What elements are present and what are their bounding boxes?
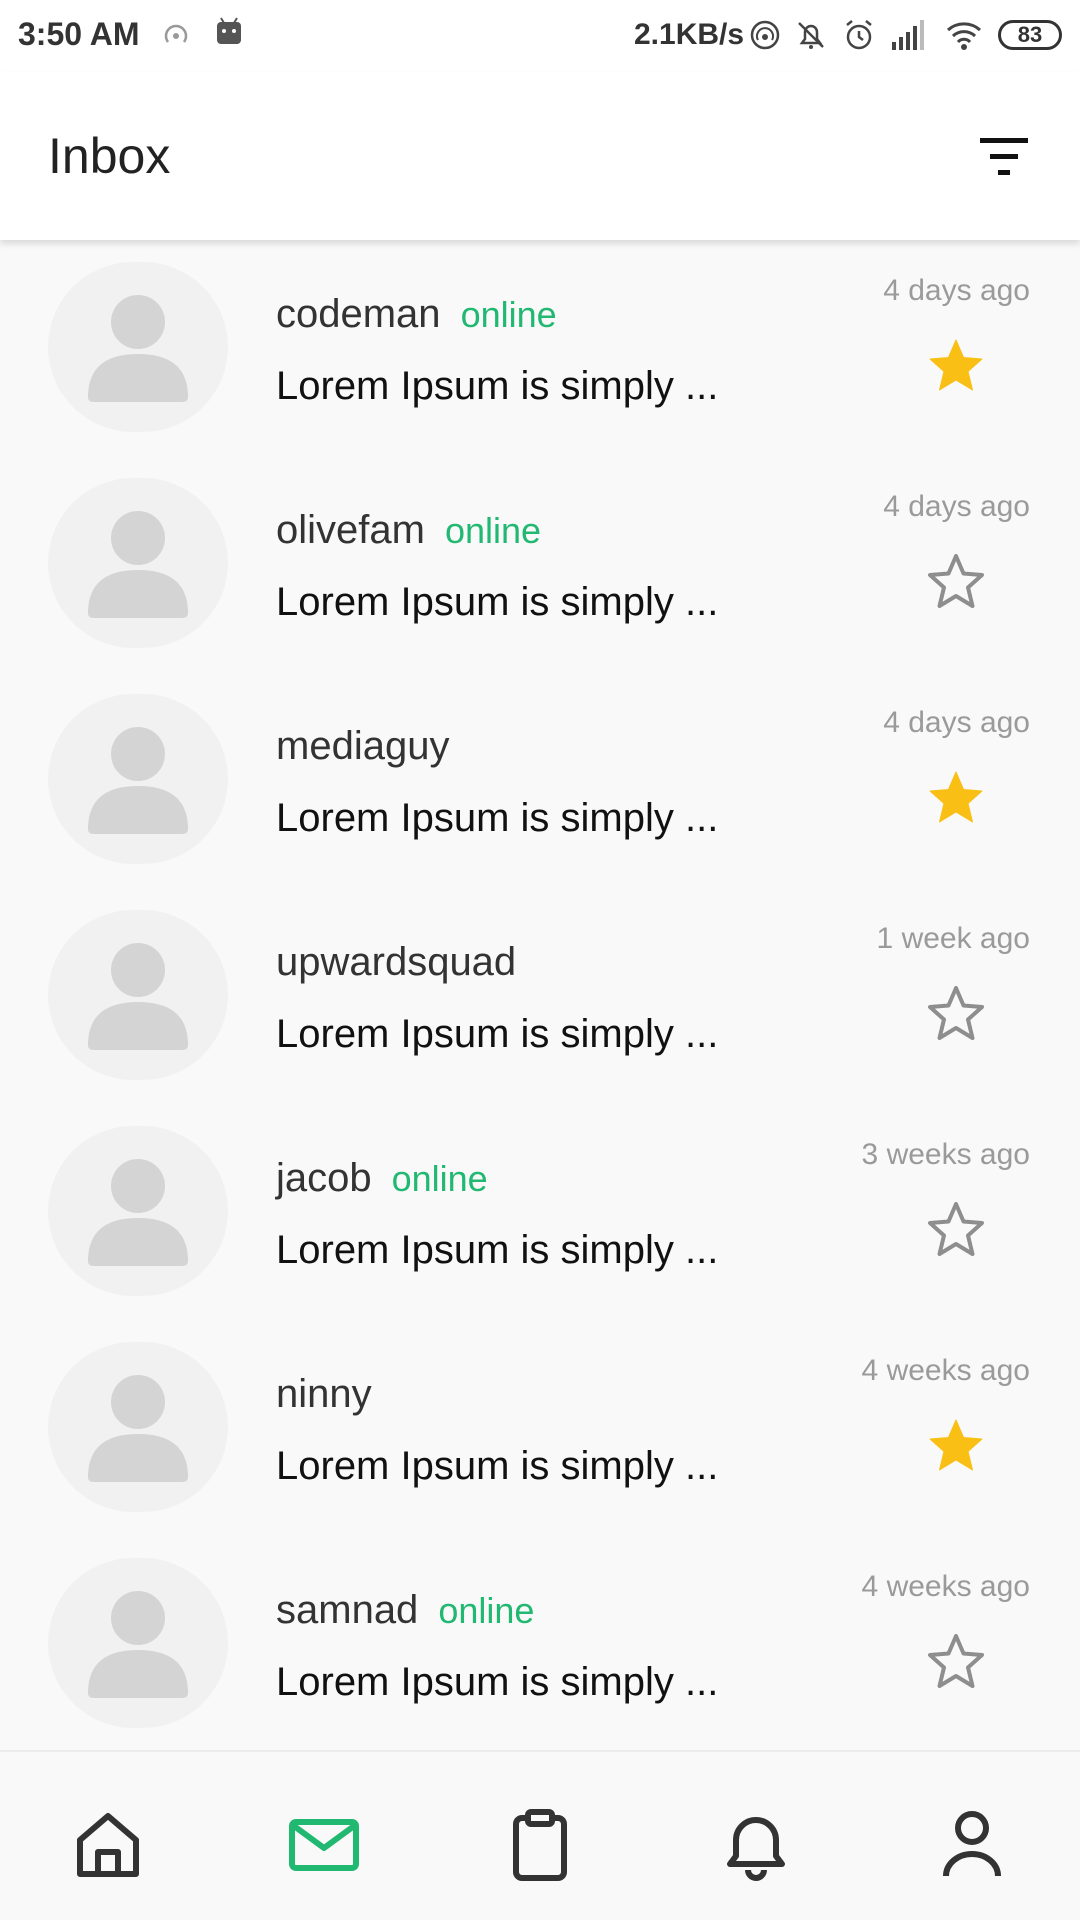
message-row[interactable]: ninny Lorem Ipsum is simply ... 4 weeks ag… [0,1320,1080,1536]
username: upwardsquad [276,940,517,984]
android-debug-icon [214,16,244,57]
wifi-icon [946,18,981,52]
user-placeholder-icon [88,1154,188,1266]
avatar [48,1126,228,1296]
message-row[interactable]: samnad online Lorem Ipsum is simply ... 4 w… [0,1536,1080,1750]
username: olivefam [276,508,425,552]
message-list: codeman online Lorem Ipsum is simply ... 4 … [0,240,1080,1750]
user-placeholder-icon [88,1370,188,1482]
page-title: Inbox [48,128,171,184]
avatar [48,262,228,432]
username-line: mediaguy [276,724,469,769]
avatar [48,910,228,1080]
nav-tasks[interactable] [500,1804,580,1884]
nav-home[interactable] [68,1804,148,1884]
user-placeholder-icon [88,722,188,834]
user-placeholder-icon [88,1586,188,1698]
star-outline-icon [928,986,984,1040]
online-status: online [444,510,542,551]
username-line: codeman online [276,292,557,337]
star-button[interactable] [924,1198,988,1262]
username-line: olivefam online [276,508,541,553]
username-line: upwardsquad [276,940,536,985]
signal-icon [890,18,924,52]
filter-icon [980,138,1028,175]
hotspot-icon [162,16,190,57]
username-line: jacob online [276,1156,488,1201]
online-status: online [438,1590,535,1631]
star-filled-icon [929,771,983,823]
message-preview: Lorem Ipsum is simply ... [276,1228,719,1272]
home-icon [77,1813,139,1877]
message-row[interactable]: olivefam online Lorem Ipsum is simply ... 4… [0,456,1080,672]
username-line: ninny [276,1372,392,1417]
nav-notifications[interactable] [716,1804,796,1884]
message-time: 3 weeks ago [861,1138,1030,1171]
star-button[interactable] [924,766,988,830]
username: mediaguy [276,724,450,768]
star-outline-icon [928,554,984,608]
network-speed: 2.1KB/s [634,18,745,51]
username: samnad [276,1588,419,1632]
user-placeholder-icon [88,290,188,402]
message-preview: Lorem Ipsum is simply ... [276,1012,719,1056]
star-filled-icon [929,339,983,391]
username: codeman [276,292,441,336]
online-status: online [460,294,557,335]
avatar [48,1558,228,1728]
nav-mail[interactable] [284,1804,364,1884]
message-preview: Lorem Ipsum is simply ... [276,1444,719,1488]
profile-icon [943,1811,1001,1877]
nav-profile[interactable] [932,1804,1012,1884]
app-bar: Inbox [0,72,1080,240]
data-sync-icon [748,18,782,52]
message-preview: Lorem Ipsum is simply ... [276,580,719,624]
message-row[interactable]: jacob online Lorem Ipsum is simply ... 3 we… [0,1104,1080,1320]
star-button[interactable] [924,982,988,1046]
avatar [48,1342,228,1512]
star-button[interactable] [924,1630,988,1694]
message-time: 1 week ago [876,922,1030,955]
status-time: 3:50 AM [18,16,140,52]
message-row[interactable]: upwardsquad Lorem Ipsum is simply ... 1 we… [0,888,1080,1104]
star-filled-icon [929,1419,983,1471]
message-preview: Lorem Ipsum is simply ... [276,364,719,408]
message-time: 4 weeks ago [861,1354,1030,1387]
battery-icon: 83 [998,20,1062,50]
user-placeholder-icon [88,938,188,1050]
message-preview: Lorem Ipsum is simply ... [276,1660,719,1704]
user-placeholder-icon [88,506,188,618]
clipboard-icon [513,1809,567,1881]
message-time: 4 days ago [883,490,1030,523]
avatar [48,478,228,648]
star-outline-icon [928,1634,984,1688]
star-button[interactable] [924,1414,988,1478]
username: ninny [276,1372,372,1416]
message-row[interactable]: mediaguy Lorem Ipsum is simply ... 4 days … [0,672,1080,888]
message-preview: Lorem Ipsum is simply ... [276,796,719,840]
status-bar: 3:50 AM 2.1KB/s 83 [0,0,1080,72]
alarm-icon [842,18,876,52]
mail-icon [289,1819,359,1871]
message-time: 4 weeks ago [861,1570,1030,1603]
username-line: samnad online [276,1588,534,1633]
star-button[interactable] [924,550,988,614]
message-time: 4 days ago [883,706,1030,739]
online-status: online [391,1158,488,1199]
filter-button[interactable] [972,130,1036,182]
mute-icon [794,18,828,52]
username: jacob [276,1156,372,1200]
message-time: 4 days ago [883,274,1030,307]
star-outline-icon [928,1202,984,1256]
bottom-navigation [0,1750,1080,1920]
avatar [48,694,228,864]
message-row[interactable]: codeman online Lorem Ipsum is simply ... 4 … [0,240,1080,456]
bell-icon [727,1817,785,1881]
star-button[interactable] [924,334,988,398]
